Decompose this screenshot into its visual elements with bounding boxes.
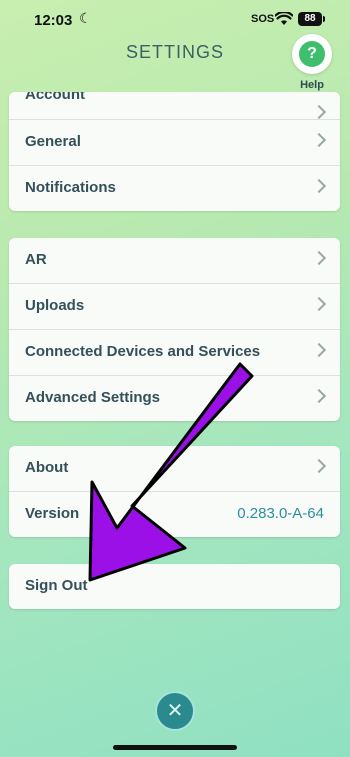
- chevron-right-icon: [311, 458, 327, 474]
- row-ar[interactable]: AR: [9, 238, 340, 284]
- row-notifications-label: Notifications: [25, 179, 116, 196]
- wifi-icon: [274, 10, 294, 31]
- row-notifications[interactable]: Notifications: [9, 166, 340, 211]
- row-general-label: General: [25, 133, 81, 150]
- row-ar-label: AR: [25, 251, 47, 268]
- row-version: Version 0.283.0-A-64: [9, 492, 340, 537]
- row-about[interactable]: About: [9, 446, 340, 492]
- row-account[interactable]: Account: [9, 92, 340, 120]
- chevron-right-icon: [311, 132, 327, 148]
- row-advanced-settings-label: Advanced Settings: [25, 389, 161, 406]
- row-about-label: About: [25, 459, 69, 476]
- home-indicator: [113, 745, 237, 750]
- help-button[interactable]: ?: [292, 34, 332, 74]
- help-label: Help: [300, 79, 324, 91]
- close-icon: ✕: [166, 700, 184, 722]
- chevron-right-icon: [311, 250, 327, 266]
- chevron-right-icon: [311, 296, 327, 312]
- status-time: 12:03: [34, 12, 73, 29]
- settings-card-signout: Sign Out: [9, 564, 340, 609]
- row-connected-devices-label: Connected Devices and Services: [25, 343, 261, 360]
- settings-card-info: About Version 0.283.0-A-64: [9, 446, 340, 537]
- row-uploads[interactable]: Uploads: [9, 284, 340, 330]
- status-bar: 12:03 ☾ SOS 88: [0, 0, 350, 40]
- version-value: 0.283.0-A-64: [237, 505, 324, 522]
- moon-icon: ☾: [79, 10, 92, 26]
- sign-out-label: Sign Out: [25, 577, 88, 594]
- settings-card-devices: AR Uploads Connected Devices and Service…: [9, 238, 340, 421]
- help-icon: ?: [299, 41, 325, 67]
- row-uploads-label: Uploads: [25, 297, 85, 314]
- close-button[interactable]: ✕: [155, 691, 195, 731]
- settings-card-account: Account General Notifications: [9, 92, 340, 211]
- row-advanced-settings[interactable]: Advanced Settings: [9, 376, 340, 421]
- sign-out-button[interactable]: Sign Out: [9, 564, 340, 609]
- chevron-right-icon: [311, 104, 327, 120]
- row-connected-devices[interactable]: Connected Devices and Services: [9, 330, 340, 376]
- row-account-label: Account: [25, 92, 85, 103]
- chevron-right-icon: [311, 178, 327, 194]
- sos-indicator: SOS: [251, 13, 275, 25]
- row-general[interactable]: General: [9, 120, 340, 166]
- chevron-right-icon: [311, 388, 327, 404]
- chevron-right-icon: [311, 342, 327, 358]
- row-version-label: Version: [25, 505, 80, 522]
- battery-icon: 88: [298, 12, 325, 26]
